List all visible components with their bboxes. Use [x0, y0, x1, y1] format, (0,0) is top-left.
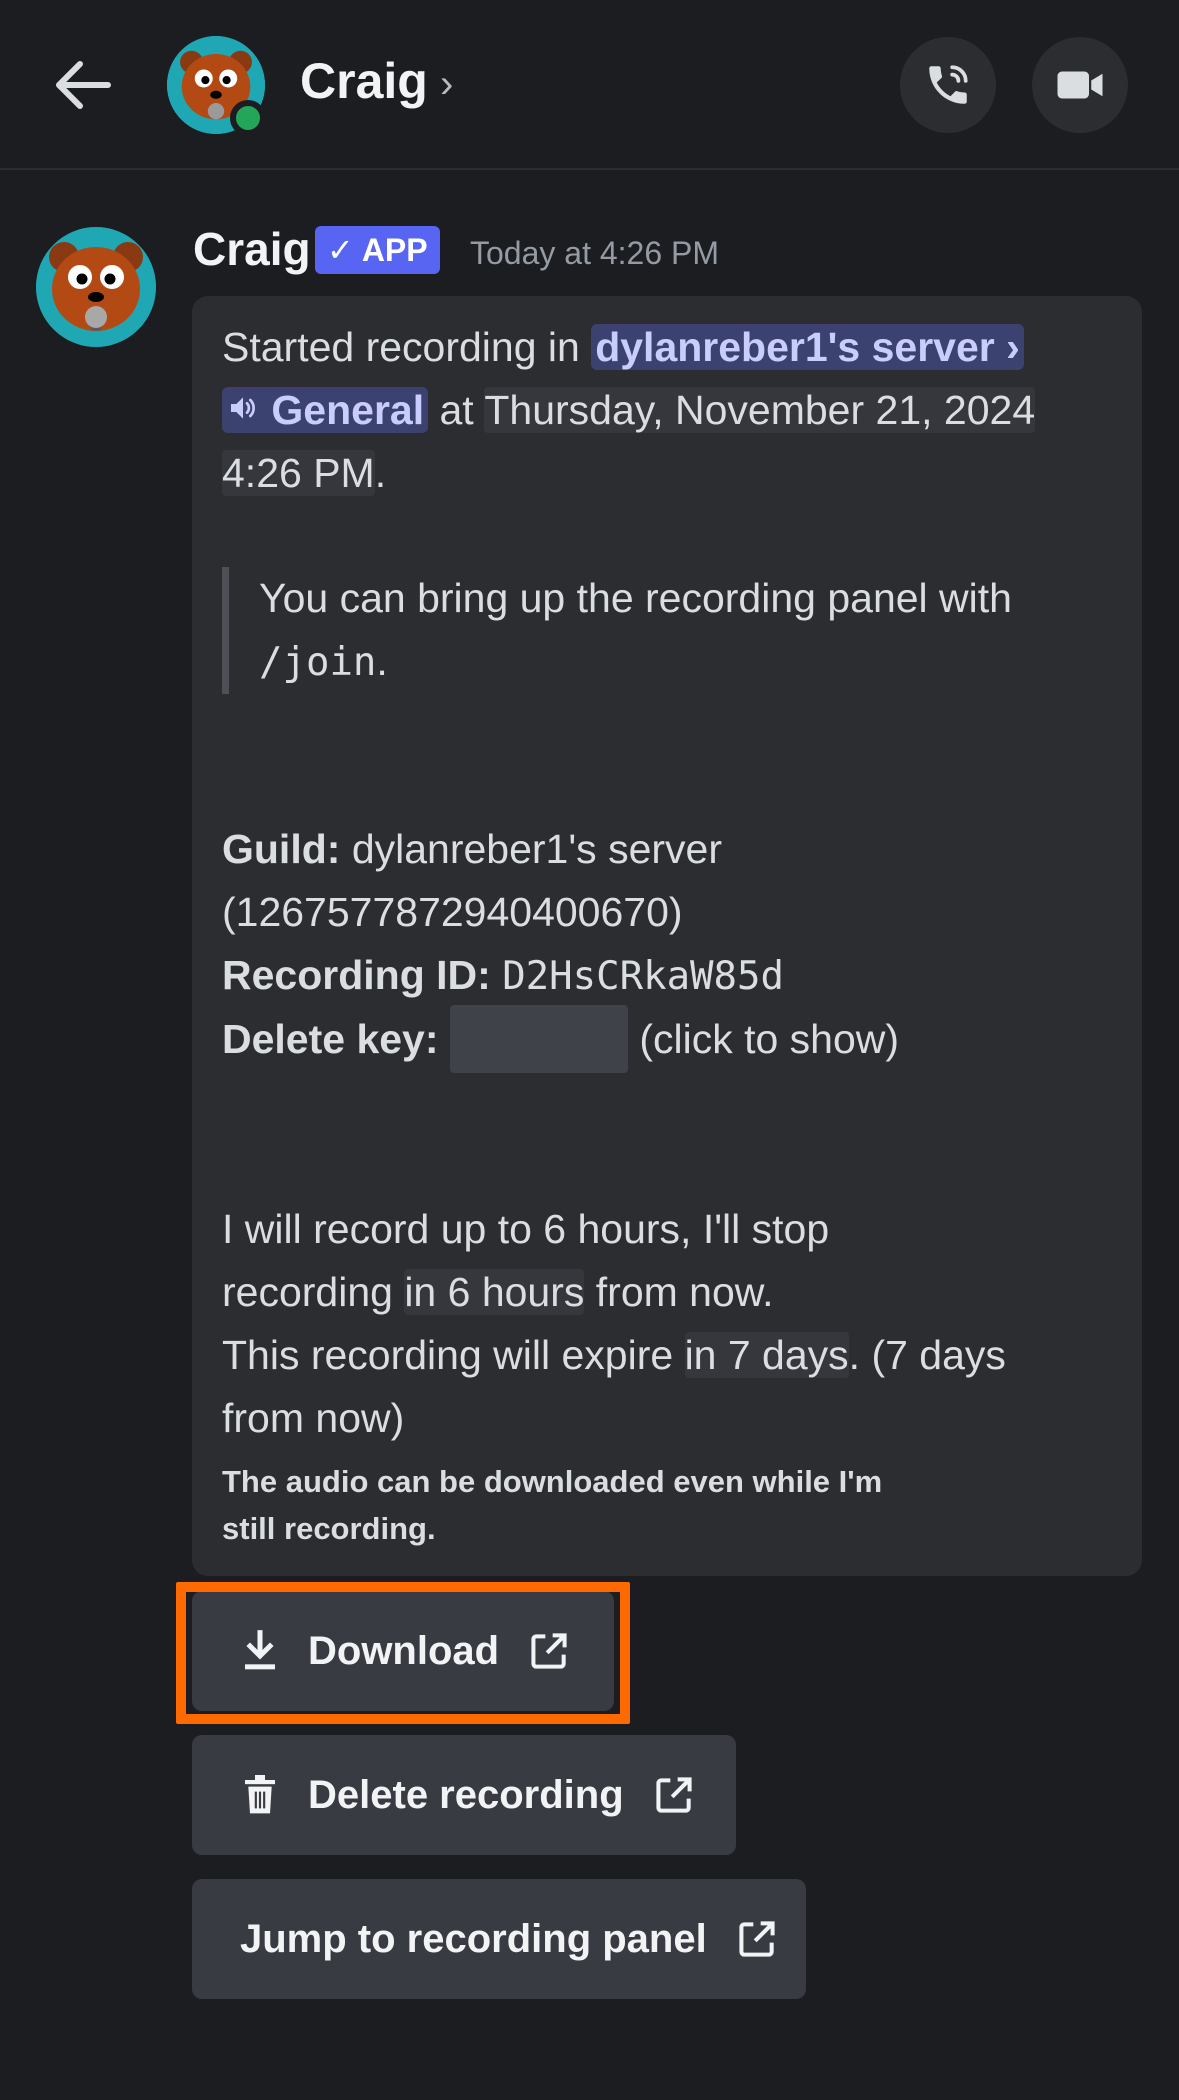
- server-mention[interactable]: dylanreber1's server ›: [591, 324, 1024, 370]
- time-timestamp[interactable]: 4:26 PM: [222, 450, 375, 496]
- checkmark-icon: ✓: [327, 232, 354, 268]
- recording-id: D2HsCRkaW85d: [502, 954, 784, 999]
- message-author[interactable]: Craig: [193, 222, 311, 276]
- download-icon: [240, 1629, 280, 1673]
- video-call-button[interactable]: [1032, 37, 1128, 133]
- chevron-right-icon[interactable]: ›: [440, 62, 453, 107]
- recording-details: Guild: dylanreber1's server (12675778729…: [222, 818, 1102, 1074]
- phone-icon: [923, 60, 973, 110]
- blockquote: You can bring up the recording panel wit…: [222, 567, 1102, 694]
- download-button-label: Download: [308, 1628, 500, 1673]
- trash-icon: [240, 1772, 280, 1818]
- guild-id: (1267577872940400670): [222, 889, 683, 935]
- delete-key-spoiler[interactable]: [449, 1005, 628, 1074]
- video-camera-icon: [1053, 58, 1107, 112]
- chat-header: Craig ›: [0, 0, 1179, 170]
- recording-limits-text: I will record up to 6 hours, I'll stop r…: [222, 1206, 1006, 1442]
- external-link-icon: [652, 1773, 696, 1817]
- delete-key-label: Delete key:: [222, 1016, 439, 1062]
- message-embed: Started recording in dylanreber1's serve…: [192, 296, 1142, 1576]
- external-link-icon: [527, 1629, 571, 1673]
- speaker-icon: [226, 392, 260, 424]
- arrow-left-icon: [54, 60, 112, 110]
- download-button[interactable]: Download: [192, 1591, 614, 1711]
- call-button[interactable]: [900, 37, 996, 133]
- app-badge: ✓ APP: [315, 226, 440, 274]
- back-button[interactable]: [48, 50, 118, 120]
- date-timestamp[interactable]: Thursday, November 21, 2024: [484, 387, 1036, 433]
- join-command[interactable]: /join: [259, 640, 376, 685]
- embed-content: Started recording in dylanreber1's serve…: [222, 316, 1102, 1552]
- click-to-show-hint: (click to show): [639, 1016, 900, 1062]
- delete-recording-button[interactable]: Delete recording: [192, 1735, 736, 1855]
- message-timestamp: Today at 4:26 PM: [470, 235, 720, 271]
- jump-to-recording-panel-button[interactable]: Jump to recording panel: [192, 1879, 806, 1999]
- jump-to-recording-panel-label: Jump to recording panel: [240, 1916, 707, 1961]
- delete-recording-label: Delete recording: [308, 1772, 624, 1817]
- chevron-right-icon: ›: [1006, 324, 1020, 370]
- recording-started-text: Started recording in dylanreber1's serve…: [222, 324, 1036, 496]
- embed-footer-note: The audio can be downloaded even while I…: [222, 1464, 883, 1547]
- app-badge-label: APP: [361, 231, 428, 268]
- guild-value: dylanreber1's server: [340, 826, 722, 872]
- expire-timestamp[interactable]: in 7 days: [684, 1332, 849, 1379]
- channel-title[interactable]: Craig: [300, 52, 428, 110]
- recording-id-label: Recording ID:: [222, 952, 491, 998]
- external-link-icon: [735, 1917, 779, 1961]
- message-avatar[interactable]: [36, 227, 156, 347]
- stop-timestamp[interactable]: in 6 hours: [404, 1269, 585, 1316]
- channel-mention[interactable]: General: [222, 387, 429, 433]
- online-status-indicator: [230, 100, 266, 136]
- guild-label: Guild:: [222, 826, 341, 872]
